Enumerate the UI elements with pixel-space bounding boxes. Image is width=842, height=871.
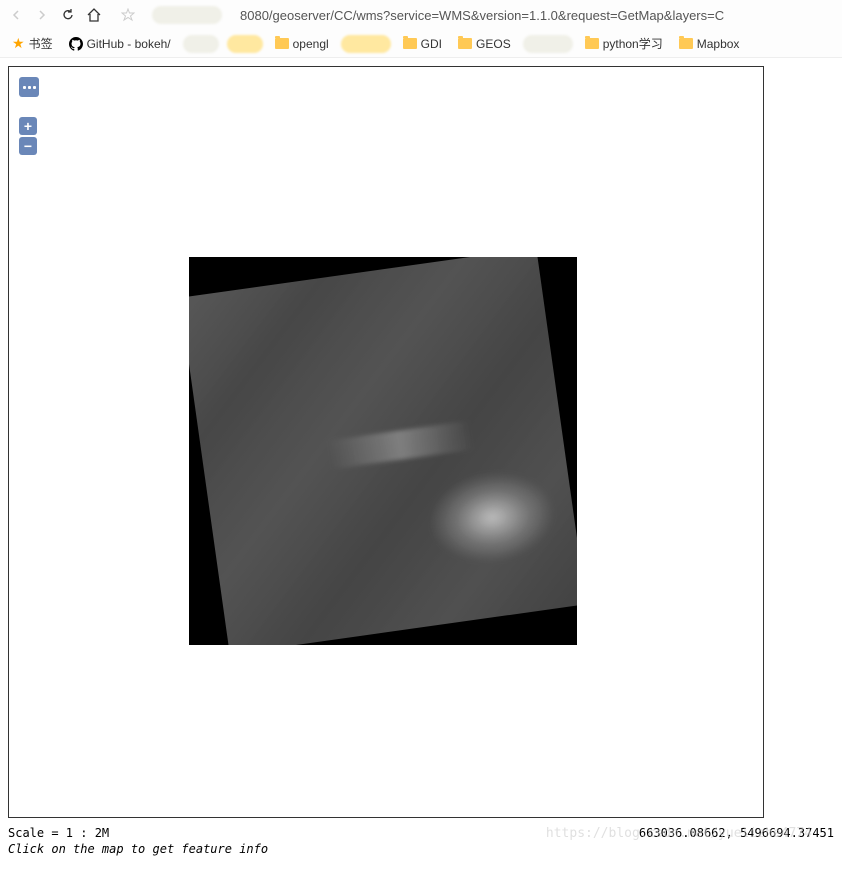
browser-toolbar: 8080/geoserver/CC/wms?service=WMS&versio… — [0, 0, 842, 30]
map-viewport[interactable]: + − — [8, 66, 764, 818]
folder-icon — [585, 38, 599, 49]
map-layer-tile — [189, 257, 577, 645]
bookmark-opengl[interactable]: opengl — [271, 35, 333, 53]
bookmark-label: opengl — [293, 37, 329, 51]
blurred-item — [152, 6, 222, 24]
home-button[interactable] — [86, 7, 102, 23]
star-icon: ★ — [12, 35, 25, 52]
watermark: https://blog.csdn.net/yuelizhe4774 — [546, 826, 812, 841]
bookmark-github[interactable]: GitHub - bokeh/ — [65, 35, 175, 53]
bookmark-geos[interactable]: GEOS — [454, 35, 515, 53]
map-controls: + − — [19, 77, 39, 155]
bookmark-label: GDI — [421, 37, 442, 51]
bookmark-gdi[interactable]: GDI — [399, 35, 446, 53]
folder-icon — [275, 38, 289, 49]
blurred-item — [341, 35, 391, 53]
scale-display: Scale = 1 : 2M — [8, 826, 109, 840]
blurred-item — [227, 35, 263, 53]
blurred-item — [183, 35, 219, 53]
zoom-controls: + − — [19, 117, 39, 155]
forward-button[interactable] — [34, 7, 50, 23]
bookmark-python[interactable]: python学习 — [581, 33, 667, 54]
bookmark-mapbox[interactable]: Mapbox — [675, 35, 744, 53]
bookmarks-bar: ★ 书签 GitHub - bokeh/ opengl GDI GEOS pyt… — [0, 30, 842, 58]
bookmark-label: Mapbox — [697, 37, 740, 51]
bookmark-label: GEOS — [476, 37, 511, 51]
satellite-image — [189, 257, 577, 645]
favorite-button[interactable] — [120, 7, 136, 23]
feature-info-hint: Click on the map to get feature info — [8, 842, 834, 856]
layer-options-button[interactable] — [19, 77, 39, 97]
reload-button[interactable] — [60, 7, 76, 23]
blurred-item — [523, 35, 573, 53]
bookmarks-text: 书签 — [29, 35, 53, 52]
folder-icon — [458, 38, 472, 49]
bookmark-label: GitHub - bokeh/ — [87, 37, 171, 51]
folder-icon — [403, 38, 417, 49]
url-bar[interactable]: 8080/geoserver/CC/wms?service=WMS&versio… — [240, 8, 724, 23]
bookmarks-label[interactable]: ★ 书签 — [8, 33, 57, 54]
back-button[interactable] — [8, 7, 24, 23]
zoom-out-button[interactable]: − — [19, 137, 37, 155]
zoom-in-button[interactable]: + — [19, 117, 37, 135]
github-icon — [69, 37, 83, 51]
bookmark-label: python学习 — [603, 35, 663, 52]
folder-icon — [679, 38, 693, 49]
